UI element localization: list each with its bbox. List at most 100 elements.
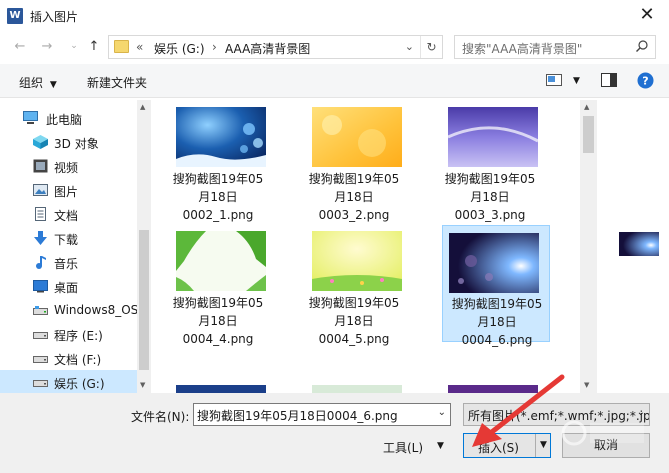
watermark-logo-icon [561,420,644,446]
preview-pane [597,100,669,393]
nav-label: 文档 (F:) [54,353,102,367]
drive-icon [33,332,48,339]
preview-pane-icon[interactable] [601,73,617,87]
organize-button[interactable]: 组织 ▼ [19,74,57,91]
file-thumbnail-partial[interactable] [312,385,402,393]
address-history-dropdown[interactable]: ⌄ [405,40,414,53]
nav-label: 下载 [54,233,79,247]
filename-value: 搜狗截图19年05月18日0004_6.png [197,409,398,423]
file-item[interactable]: 搜狗截图19年05 月18日 0002_1.png [164,100,272,222]
nav-item-pictures[interactable]: 图片 [0,178,138,202]
filename-field[interactable]: 搜狗截图19年05月18日0004_6.png ⌄ [193,403,451,426]
window-title: 插入图片 [30,10,79,24]
navigation-scrollbar[interactable]: ▲ ▼ [137,100,151,393]
drive-icon [33,380,48,387]
search-input[interactable]: 搜索"AAA高清背景图" [454,35,656,59]
nav-item-desktop[interactable]: 桌面 [0,274,138,298]
nav-label: 音乐 [54,257,79,271]
address-bar[interactable]: « 娱乐 (G:) › AAA高清背景图 ⌄ ↻ [108,35,443,59]
view-dropdown-icon[interactable]: ▼ [573,76,580,86]
up-button[interactable]: ↑ [84,39,104,57]
file-item[interactable]: 搜狗截图19年05 月18日 0004_4.png [164,224,272,346]
file-name: 搜狗截图19年05 月18日 0004_4.png [172,296,264,346]
nav-item-drive-e[interactable]: 程序 (E:) [0,322,138,346]
nav-item-windows8-os[interactable]: Windows8_OS [0,298,138,322]
command-bar: 组织 ▼ 新建文件夹 ▼ ? [0,64,669,98]
document-icon [35,207,46,221]
computer-icon [23,111,38,124]
nav-item-drive-g[interactable]: 娱乐 (G:) [0,370,138,394]
tools-dropdown-icon[interactable]: ▼ [437,441,444,451]
download-icon [34,231,47,245]
filename-label: 文件名(N): [131,410,190,424]
nav-item-3d-objects[interactable]: 3D 对象 [0,130,138,154]
file-view: 搜狗截图19年05 月18日 0002_1.png 搜狗截图19年05 月18日 000… [152,100,580,393]
chevron-down-icon: ▼ [49,80,57,90]
file-item-selected[interactable]: 搜狗截图19年05 月18日 0004_6.png [442,225,550,347]
refresh-button[interactable]: ↻ [420,36,442,58]
search-placeholder: 搜索"AAA高清背景图" [462,42,583,56]
nav-label: 此电脑 [46,113,83,127]
picture-icon [33,184,48,196]
folder-icon [114,40,129,53]
file-thumbnail [176,231,266,291]
scroll-thumb[interactable] [139,230,149,370]
nav-item-music[interactable]: 音乐 [0,250,138,274]
preview-image [619,232,659,256]
file-name: 搜狗截图19年05 月18日 0004_5.png [308,296,400,346]
back-button[interactable]: ← [10,39,30,57]
file-item[interactable]: 搜狗截图19年05 月18日 0003_3.png [436,100,544,222]
file-thumbnail [448,107,538,167]
file-thumbnail [312,107,402,167]
tools-button[interactable]: 工具(L) [383,439,423,456]
word-icon: W [7,8,23,24]
breadcrumb-drive[interactable]: 娱乐 (G:) [154,40,205,57]
nav-item-documents[interactable]: 文档 [0,202,138,226]
nav-label: 3D 对象 [54,137,99,151]
nav-label: 视频 [54,161,79,175]
nav-item-this-pc[interactable]: 此电脑 [0,106,138,130]
scroll-up-arrow[interactable]: ▲ [140,103,145,111]
file-thumbnail [312,231,402,291]
nav-label: 桌面 [54,281,79,295]
nav-item-downloads[interactable]: 下载 [0,226,138,250]
music-icon [36,256,46,269]
cube-icon [33,135,48,149]
breadcrumb-folder[interactable]: AAA高清背景图 [225,40,310,57]
file-thumbnail-partial[interactable] [448,385,538,393]
file-name: 搜狗截图19年05 月18日 0002_1.png [172,172,264,222]
insert-button[interactable]: 插入(S) ▼ [463,433,551,458]
chevron-down-icon[interactable]: ⌄ [438,407,446,418]
nav-label: 图片 [54,185,79,199]
nav-label: 娱乐 (G:) [54,377,105,391]
insert-options-dropdown[interactable]: ▼ [535,434,551,457]
recent-locations-dropdown[interactable]: ⌄ [64,41,84,59]
file-thumbnail [449,233,539,293]
breadcrumb-overflow[interactable]: « [136,40,143,54]
insert-label: 插入(S) [478,441,519,455]
scroll-down-arrow[interactable]: ▼ [140,381,145,389]
nav-label: Windows8_OS [54,303,139,317]
view-options-icon[interactable] [546,73,562,87]
svg-text:?: ? [642,75,648,88]
file-thumbnail [176,107,266,167]
title-bar: W 插入图片 ✕ [0,0,669,31]
close-button[interactable]: ✕ [625,0,669,30]
file-item[interactable]: 搜狗截图19年05 月18日 0004_5.png [300,224,408,346]
scroll-down-arrow[interactable]: ▼ [584,381,589,389]
file-view-scrollbar[interactable]: ▲ ▼ [580,100,597,393]
nav-item-videos[interactable]: 视频 [0,154,138,178]
file-name: 搜狗截图19年05 月18日 0004_6.png [451,297,543,347]
drive-icon [33,356,48,363]
navigation-pane: 此电脑 3D 对象 视频 图片 文档 下载 音乐 桌面 Windows8_OS … [0,100,151,394]
nav-label: 文档 [54,209,79,223]
file-item[interactable]: 搜狗截图19年05 月18日 0003_2.png [300,100,408,222]
file-thumbnail-partial[interactable] [176,385,266,393]
forward-button[interactable]: → [37,39,57,57]
drive-icon [33,306,48,315]
scroll-thumb[interactable] [583,116,594,153]
nav-item-drive-f[interactable]: 文档 (F:) [0,346,138,370]
scroll-up-arrow[interactable]: ▲ [584,103,589,111]
new-folder-button[interactable]: 新建文件夹 [87,74,147,91]
help-icon[interactable]: ? [637,72,654,89]
